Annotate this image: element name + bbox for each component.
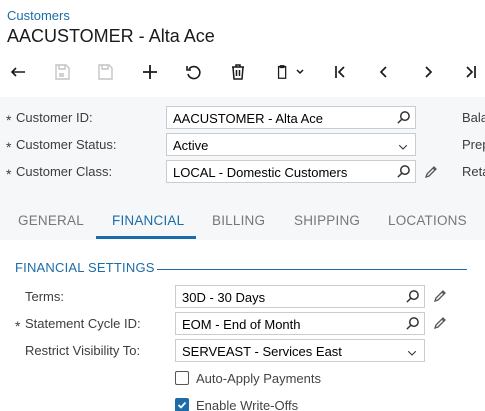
- undo-button[interactable]: [4, 59, 32, 85]
- terms-label: Terms:: [25, 289, 64, 304]
- last-record-icon: [466, 66, 476, 78]
- terms-value: 30D - 30 Days: [182, 290, 266, 305]
- active-tab-indicator: [96, 236, 196, 239]
- checkmark-icon: [177, 401, 187, 409]
- chevron-down-icon: [407, 350, 417, 356]
- pencil-icon[interactable]: [432, 315, 448, 331]
- tab-billing[interactable]: BILLING: [212, 213, 265, 228]
- customer-class-field[interactable]: LOCAL - Domestic Customers: [166, 160, 416, 183]
- add-button[interactable]: [136, 59, 164, 85]
- restrict-visibility-value: SERVEAST - Services East: [182, 344, 342, 359]
- tab-financial[interactable]: FINANCIAL: [112, 213, 184, 228]
- page-title: AACUSTOMER - Alta Ace: [7, 26, 215, 46]
- delete-button[interactable]: [224, 59, 252, 85]
- customer-id-field[interactable]: AACUSTOMER - Alta Ace: [166, 106, 416, 129]
- refresh-button[interactable]: [180, 59, 208, 85]
- balance-label: Bala: [462, 110, 485, 125]
- first-record-button[interactable]: [326, 59, 354, 85]
- customer-id-label: Customer ID:: [16, 110, 93, 125]
- auto-apply-label: Auto-Apply Payments: [196, 371, 322, 386]
- chevron-down-icon: [296, 69, 304, 75]
- prepayments-label: Prep: [462, 137, 485, 152]
- tab-locations[interactable]: LOCATIONS: [388, 213, 467, 228]
- search-icon[interactable]: [396, 110, 411, 125]
- restrict-visibility-select[interactable]: SERVEAST - Services East: [175, 339, 425, 362]
- section-divider: [157, 269, 467, 270]
- customer-class-label: Customer Class:: [16, 164, 113, 179]
- restrict-visibility-label: Restrict Visibility To:: [25, 343, 141, 358]
- pencil-icon[interactable]: [423, 164, 439, 180]
- terms-field[interactable]: 30D - 30 Days: [175, 285, 425, 308]
- save-button[interactable]: [91, 59, 119, 85]
- save-close-button[interactable]: [48, 59, 76, 85]
- customer-status-value: Active: [173, 138, 209, 153]
- customer-class-value: LOCAL - Domestic Customers: [173, 165, 348, 180]
- copy-paste-menu-button[interactable]: [270, 59, 310, 85]
- enable-writeoffs-label: Enable Write-Offs: [196, 398, 299, 411]
- enable-writeoffs-checkbox[interactable]: [175, 398, 189, 411]
- search-icon[interactable]: [405, 316, 420, 331]
- statement-cycle-value: EOM - End of Month: [182, 317, 301, 332]
- tab-bar: GENERAL FINANCIAL BILLING SHIPPING LOCAT…: [0, 200, 485, 240]
- chevron-down-icon: [398, 144, 408, 150]
- copy-paste-icon: [277, 65, 287, 79]
- pencil-icon[interactable]: [432, 288, 448, 304]
- search-icon[interactable]: [405, 289, 420, 304]
- previous-record-icon: [379, 66, 387, 78]
- next-record-button[interactable]: [414, 59, 442, 85]
- auto-apply-checkbox[interactable]: [175, 371, 189, 385]
- undo-icon: [10, 67, 25, 77]
- required-marker: *: [6, 112, 12, 128]
- customer-status-select[interactable]: Active: [166, 133, 416, 156]
- refresh-icon: [186, 65, 201, 80]
- previous-record-button[interactable]: [370, 59, 398, 85]
- save-close-icon: [55, 64, 70, 80]
- tab-shipping[interactable]: SHIPPING: [294, 213, 360, 228]
- page-header: Customers AACUSTOMER - Alta Ace: [0, 0, 485, 97]
- breadcrumb-customers[interactable]: Customers: [7, 8, 70, 23]
- required-marker: *: [6, 166, 12, 182]
- save-icon: [98, 64, 113, 80]
- customer-status-label: Customer Status:: [16, 137, 117, 152]
- retainage-label: Reta: [462, 164, 485, 179]
- tab-general[interactable]: GENERAL: [18, 213, 84, 228]
- statement-cycle-label: Statement Cycle ID:: [25, 316, 141, 331]
- customer-id-value: AACUSTOMER - Alta Ace: [173, 111, 324, 126]
- next-record-icon: [425, 66, 433, 78]
- statement-cycle-field[interactable]: EOM - End of Month: [175, 312, 425, 335]
- required-marker: *: [15, 318, 21, 334]
- search-icon[interactable]: [396, 164, 411, 179]
- required-marker: *: [6, 139, 12, 155]
- first-record-icon: [335, 66, 345, 78]
- section-title: FINANCIAL SETTINGS: [15, 260, 155, 275]
- last-record-button[interactable]: [457, 59, 485, 85]
- delete-icon: [232, 64, 244, 80]
- add-icon: [143, 65, 157, 79]
